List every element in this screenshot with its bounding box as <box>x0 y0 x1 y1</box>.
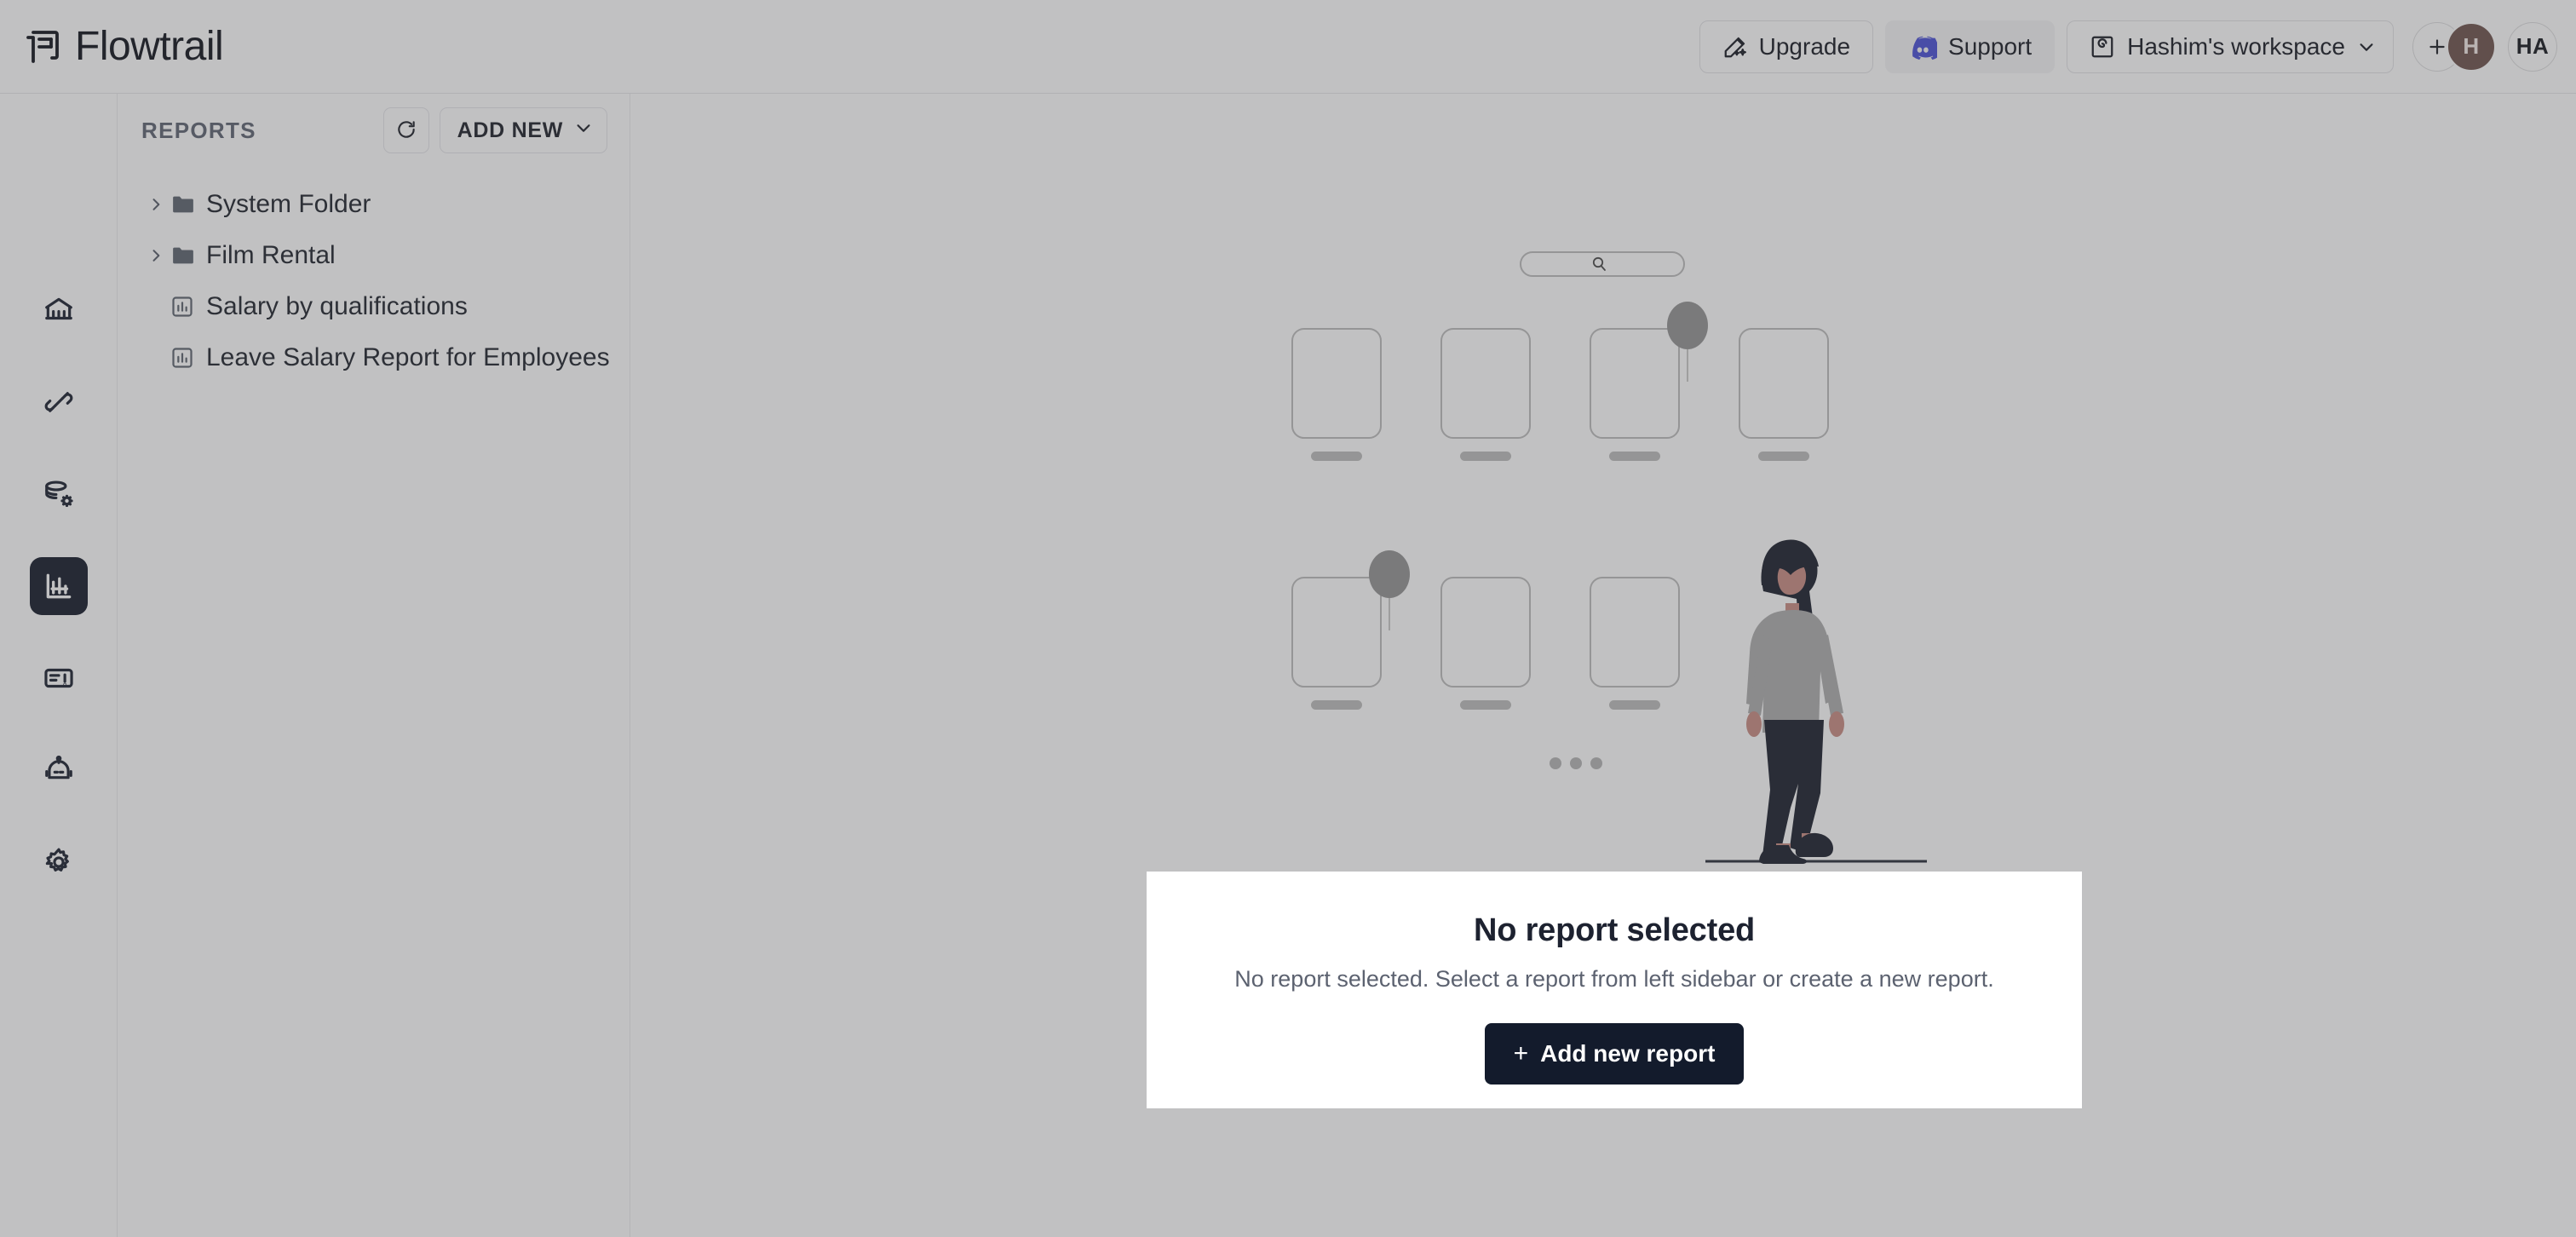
no-report-selected-dialog: No report selected No report selected. S… <box>1147 872 2082 1108</box>
app-root: Flowtrail Upgrade Support Hashim's works… <box>0 0 2576 1237</box>
add-new-report-button[interactable]: + Add new report <box>1484 1023 1745 1085</box>
dialog-title: No report selected <box>1473 912 1756 948</box>
add-new-report-label: Add new report <box>1540 1040 1716 1067</box>
plus-icon: + <box>1513 1039 1529 1067</box>
dialog-message: No report selected. Select a report from… <box>1234 966 1994 992</box>
